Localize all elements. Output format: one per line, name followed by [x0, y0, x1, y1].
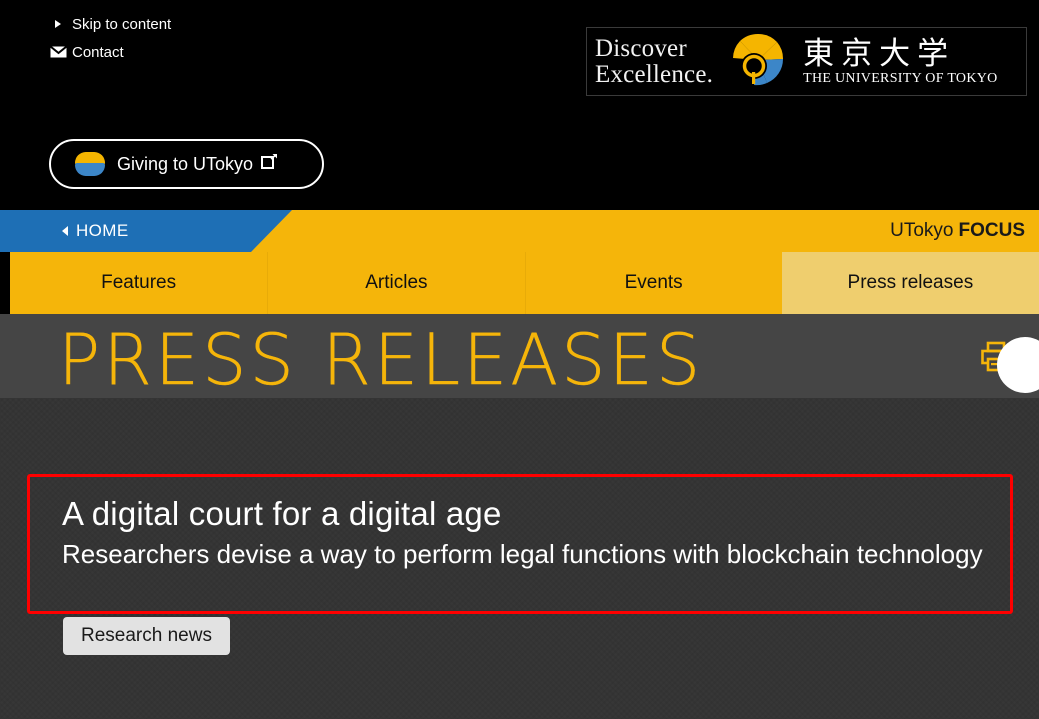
content-area: A digital court for a digital age Resear…	[0, 398, 1039, 719]
arrow-right-icon	[44, 20, 72, 28]
logo-tagline-line1: Discover	[595, 34, 687, 62]
tab-events[interactable]: Events	[524, 252, 782, 314]
utility-bar: Skip to content Contact Giving to UTokyo	[0, 0, 1039, 210]
skip-to-content-label: Skip to content	[72, 15, 172, 33]
tab-features-label: Features	[101, 272, 177, 293]
breadcrumb-strip: HOME UTokyo FOCUS	[0, 210, 1039, 252]
site-section-title: UTokyo FOCUS	[890, 210, 1025, 252]
tab-articles[interactable]: Articles	[267, 252, 525, 314]
giving-emblem-icon	[75, 149, 105, 179]
page-title-band: PRESS RELEASES	[0, 314, 1039, 398]
skip-to-content-link[interactable]: Skip to content	[44, 10, 171, 38]
site-section-utokyo: UTokyo	[890, 220, 954, 241]
logo-english-name: THE UNIVERSITY OF TOKYO	[803, 70, 998, 86]
highlighted-article-entry[interactable]: A digital court for a digital age Resear…	[27, 474, 1013, 614]
tab-articles-label: Articles	[365, 272, 428, 293]
logo-japanese-name: 東京大学	[803, 35, 956, 72]
breadcrumb-home-label: HOME	[76, 221, 129, 240]
floating-action-button[interactable]	[997, 337, 1039, 393]
tab-press-releases-label: Press releases	[847, 272, 974, 293]
section-tabs: Features Articles Events Press releases	[10, 252, 1039, 314]
utokyo-logo[interactable]: Discover Excellence. 東京大学 THE UNIVERSITY…	[586, 27, 1027, 96]
triangle-left-icon	[62, 226, 68, 236]
logo-name-block: 東京大学 THE UNIVERSITY OF TOKYO	[803, 37, 997, 87]
utility-links: Skip to content Contact	[44, 10, 171, 66]
contact-link[interactable]: Contact	[44, 38, 171, 66]
article-subheadline: Researchers devise a way to perform lega…	[62, 539, 983, 569]
article-headline: A digital court for a digital age	[62, 495, 502, 532]
tab-press-releases[interactable]: Press releases	[781, 252, 1039, 314]
giving-to-utokyo-button[interactable]: Giving to UTokyo	[49, 139, 324, 189]
ginkgo-leaf-emblem-icon	[727, 28, 789, 95]
site-section-focus: FOCUS	[958, 220, 1026, 241]
mail-icon	[44, 46, 72, 58]
article-category-label: Research news	[81, 625, 212, 646]
tab-events-label: Events	[624, 272, 683, 293]
breadcrumb-home-link[interactable]: HOME	[0, 210, 292, 252]
giving-to-utokyo-label: Giving to UTokyo	[117, 153, 254, 174]
page-title: PRESS RELEASES	[58, 319, 704, 398]
article-category-badge[interactable]: Research news	[63, 617, 230, 655]
external-link-icon	[261, 153, 278, 175]
page-root: Skip to content Contact Giving to UTokyo	[0, 0, 1039, 719]
logo-tagline-line2: Excellence.	[595, 60, 714, 88]
tab-features[interactable]: Features	[10, 252, 268, 314]
logo-tagline: Discover Excellence.	[595, 34, 714, 88]
contact-label: Contact	[72, 43, 124, 61]
